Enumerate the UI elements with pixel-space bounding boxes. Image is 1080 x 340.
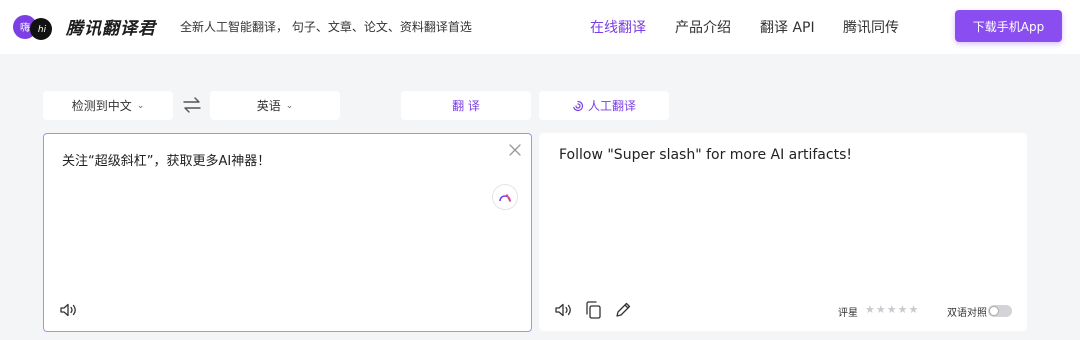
chevron-down-icon: ⌄ xyxy=(285,100,294,111)
edit-icon[interactable] xyxy=(613,300,633,320)
human-translate-button[interactable]: 人工翻译 xyxy=(539,91,669,120)
close-icon[interactable] xyxy=(508,143,522,157)
source-text-input[interactable]: 关注“超级斜杠”，获取更多AI神器！ xyxy=(62,150,270,169)
logo-icon[interactable]: 嗨 hi xyxy=(12,11,56,45)
bilingual-label: 双语对照 xyxy=(947,308,987,319)
swap-languages-icon[interactable] xyxy=(182,96,202,114)
ai-assistant-button[interactable] xyxy=(492,184,518,210)
translated-text: Follow "Super slash" for more AI artifac… xyxy=(559,147,852,163)
translate-button[interactable]: 翻 译 xyxy=(401,91,531,120)
rating-stars[interactable]: ★★★★★ xyxy=(865,303,919,316)
target-language-label: 英语 xyxy=(256,99,281,113)
source-text-panel[interactable]: 关注“超级斜杠”，获取更多AI神器！ xyxy=(43,133,532,332)
toggle-knob xyxy=(989,306,999,316)
source-language-select[interactable]: 检测到中文 ⌄ xyxy=(43,91,173,120)
speaker-icon[interactable] xyxy=(58,300,78,320)
nav-translate-api[interactable]: 翻译 API xyxy=(760,17,815,37)
copy-icon[interactable] xyxy=(583,300,603,320)
logo-left-text: 嗨 xyxy=(20,21,30,34)
brand-name: 腾讯翻译君 xyxy=(66,19,156,39)
nav-simultaneous-interpretation[interactable]: 腾讯同传 xyxy=(843,17,899,37)
rating-label: 评星 xyxy=(838,308,858,319)
slogan: 全新人工智能翻译， 句子、文章、论文、资料翻译首选 xyxy=(180,20,472,34)
bilingual-toggle[interactable] xyxy=(988,305,1012,317)
nav-product-intro[interactable]: 产品介绍 xyxy=(675,17,731,37)
source-language-label: 检测到中文 xyxy=(71,99,132,113)
ai-assistant-icon xyxy=(499,194,511,202)
target-language-select[interactable]: 英语 ⌄ xyxy=(210,91,340,120)
human-translate-label: 人工翻译 xyxy=(587,99,636,113)
nav-online-translate[interactable]: 在线翻译 xyxy=(590,17,646,37)
top-header: 嗨 hi 腾讯翻译君 全新人工智能翻译， 句子、文章、论文、资料翻译首选 在线翻… xyxy=(0,0,1080,54)
logo-right-text: hi xyxy=(38,25,47,35)
human-translate-icon xyxy=(573,100,584,111)
download-app-button[interactable]: 下载手机App xyxy=(955,10,1062,42)
chevron-down-icon: ⌄ xyxy=(136,100,145,111)
speaker-icon[interactable] xyxy=(553,300,573,320)
target-text-panel: Follow "Super slash" for more AI artifac… xyxy=(539,133,1027,331)
